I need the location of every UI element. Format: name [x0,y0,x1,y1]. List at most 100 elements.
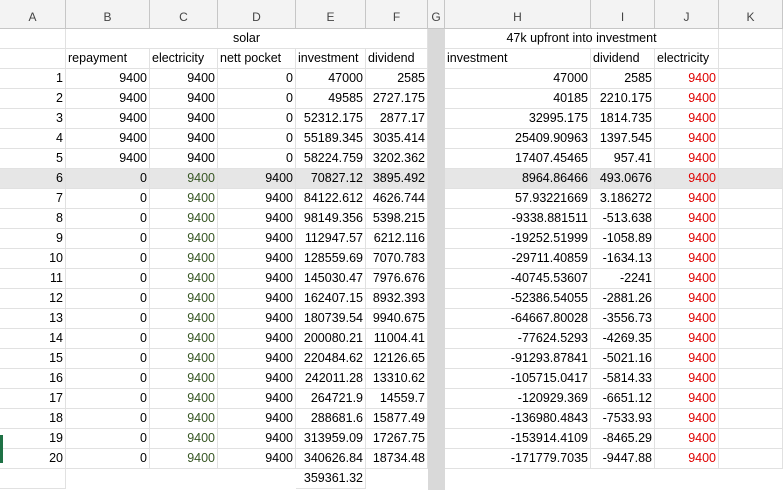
header-e[interactable]: investment [296,49,366,69]
cell-f[interactable]: 13310.62 [366,369,428,389]
row-number-cell[interactable]: 9 [0,229,66,249]
cell-e[interactable]: 220484.62 [296,349,366,369]
cell-d[interactable]: 0 [218,89,296,109]
cell-d[interactable]: 9400 [218,309,296,329]
cell-c[interactable]: 9400 [150,329,218,349]
cell-e[interactable]: 264721.9 [296,389,366,409]
cell-b[interactable]: 0 [66,229,150,249]
cell-i[interactable]: 3.186272 [591,189,655,209]
cell-j[interactable]: 9400 [655,449,719,469]
row-number-cell[interactable]: 12 [0,289,66,309]
cell-h[interactable]: -136980.4843 [445,409,591,429]
cell-h[interactable]: 32995.175 [445,109,591,129]
cell-f[interactable]: 5398.215 [366,209,428,229]
column-header-i[interactable]: I [591,0,655,29]
cell-i[interactable]: -9447.88 [591,449,655,469]
cell-b[interactable]: 0 [66,329,150,349]
cell-f[interactable]: 4626.744 [366,189,428,209]
cell-h[interactable]: -105715.0417 [445,369,591,389]
cell-d[interactable]: 9400 [218,269,296,289]
cell-i[interactable]: -7533.93 [591,409,655,429]
cell-d[interactable]: 0 [218,69,296,89]
cell-h[interactable]: -120929.369 [445,389,591,409]
cell-h[interactable]: -91293.87841 [445,349,591,369]
cell-f[interactable]: 6212.116 [366,229,428,249]
cell-i[interactable]: -5021.16 [591,349,655,369]
cell-b[interactable]: 9400 [66,89,150,109]
cell-k[interactable] [719,209,783,229]
header-d[interactable]: nett pocket [218,49,296,69]
cell-i[interactable]: -8465.29 [591,429,655,449]
cell-e[interactable]: 340626.84 [296,449,366,469]
cell-i[interactable]: 2585 [591,69,655,89]
row-number-cell[interactable]: 3 [0,109,66,129]
cell-b[interactable]: 0 [66,249,150,269]
cell-f[interactable]: 7976.676 [366,269,428,289]
cell-b[interactable]: 9400 [66,109,150,129]
column-header-a[interactable]: A [0,0,66,29]
cell-d[interactable]: 9400 [218,349,296,369]
cell-d[interactable]: 9400 [218,189,296,209]
cell-j[interactable]: 9400 [655,129,719,149]
cell-k[interactable] [719,369,783,389]
cell-d[interactable]: 9400 [218,209,296,229]
cell-k[interactable] [719,269,783,289]
cell-j[interactable]: 9400 [655,249,719,269]
cell-j[interactable]: 9400 [655,229,719,249]
cell-h[interactable]: -19252.51999 [445,229,591,249]
cell-e[interactable]: 55189.345 [296,129,366,149]
column-header-j[interactable]: J [655,0,719,29]
row-number-cell[interactable]: 17 [0,389,66,409]
cell-c[interactable]: 9400 [150,229,218,249]
header-c[interactable]: electricity [150,49,218,69]
cell-c[interactable]: 9400 [150,129,218,149]
cell-j[interactable]: 9400 [655,389,719,409]
cell-j[interactable]: 9400 [655,89,719,109]
cell-c[interactable]: 9400 [150,289,218,309]
cell-h[interactable]: -153914.4109 [445,429,591,449]
cell-c[interactable]: 9400 [150,389,218,409]
cell-b[interactable]: 0 [66,169,150,189]
column-header-k[interactable]: K [719,0,783,29]
cell-f[interactable]: 2727.175 [366,89,428,109]
cell-e[interactable]: 70827.12 [296,169,366,189]
row-number-cell[interactable]: 1 [0,69,66,89]
cell-e[interactable]: 242011.28 [296,369,366,389]
cell-h[interactable]: -64667.80028 [445,309,591,329]
cell-i[interactable]: 493.0676 [591,169,655,189]
cell-d[interactable]: 9400 [218,409,296,429]
cell-e[interactable]: 58224.759 [296,149,366,169]
cell-j[interactable]: 9400 [655,189,719,209]
cell-k[interactable] [719,249,783,269]
cell-e[interactable]: 145030.47 [296,269,366,289]
cell-b[interactable]: 0 [66,429,150,449]
cell-e[interactable]: 128559.69 [296,249,366,269]
cell-e[interactable]: 112947.57 [296,229,366,249]
cell-c[interactable]: 9400 [150,189,218,209]
cell-f[interactable]: 12126.65 [366,349,428,369]
cell-h[interactable]: 25409.90963 [445,129,591,149]
cell-k[interactable] [719,349,783,369]
header-j[interactable]: electricity [655,49,719,69]
cell-e[interactable]: 162407.15 [296,289,366,309]
cell-i[interactable]: -6651.12 [591,389,655,409]
footer-total-investment[interactable]: 359361.32 [296,469,366,489]
cell-k-blank[interactable] [719,29,783,49]
row-number-cell[interactable]: 5 [0,149,66,169]
column-header-e[interactable]: E [296,0,366,29]
row-number-cell[interactable]: 6 [0,169,66,189]
cell-d[interactable]: 0 [218,109,296,129]
cell-j[interactable]: 9400 [655,109,719,129]
cell-f[interactable]: 8932.393 [366,289,428,309]
cell-i[interactable]: -4269.35 [591,329,655,349]
cell-f[interactable]: 2877.17 [366,109,428,129]
cell-i[interactable]: -513.638 [591,209,655,229]
cell-j[interactable]: 9400 [655,209,719,229]
cell-c[interactable]: 9400 [150,409,218,429]
cell-h[interactable]: 8964.86466 [445,169,591,189]
column-header-g[interactable]: G [428,0,445,29]
cell-f[interactable]: 11004.41 [366,329,428,349]
cell-d[interactable]: 9400 [218,449,296,469]
cell-k[interactable] [719,189,783,209]
cell-d[interactable]: 0 [218,129,296,149]
